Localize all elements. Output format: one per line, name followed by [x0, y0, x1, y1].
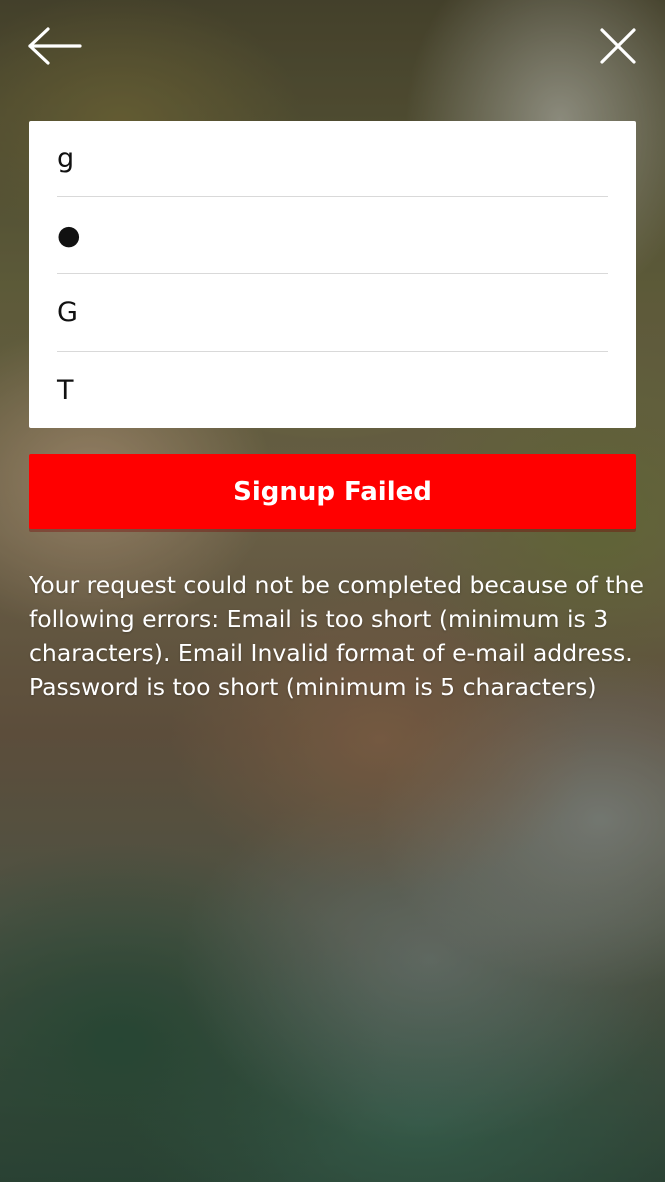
last-name-field[interactable]: T: [57, 352, 608, 428]
close-button[interactable]: [592, 24, 644, 68]
signup-form: g ● G T: [29, 121, 636, 428]
back-button[interactable]: [26, 24, 82, 68]
email-field[interactable]: G: [57, 274, 608, 352]
close-icon: [600, 28, 636, 64]
error-message: Your request could not be completed beca…: [29, 571, 644, 701]
email-value: G: [57, 297, 78, 328]
last-name-value: T: [57, 374, 74, 406]
signup-button[interactable]: Signup Failed: [29, 454, 636, 529]
first-name-field[interactable]: g: [57, 121, 608, 197]
password-value: ●: [57, 219, 81, 251]
password-field[interactable]: ●: [57, 197, 608, 274]
signup-screen: g ● G T Signup Failed Your request could…: [0, 0, 665, 1182]
arrow-left-icon: [28, 27, 82, 65]
first-name-value: g: [57, 143, 75, 174]
